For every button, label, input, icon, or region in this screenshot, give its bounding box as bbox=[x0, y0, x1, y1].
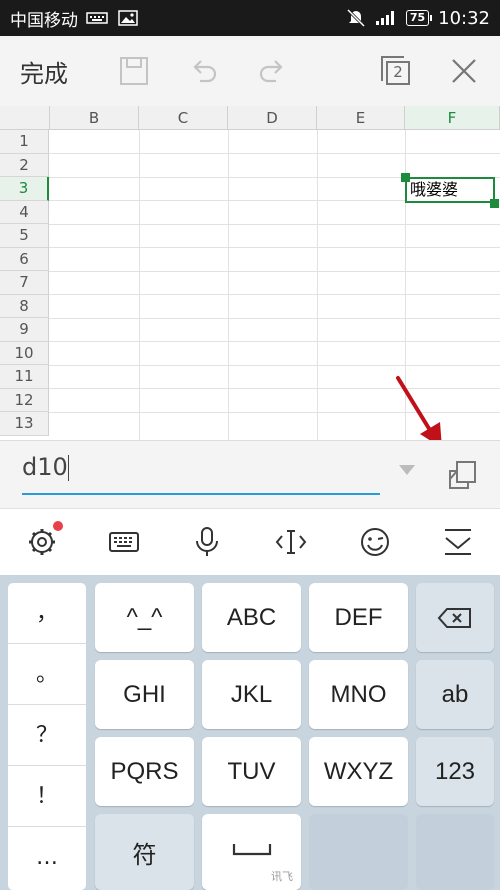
column-header[interactable]: E bbox=[317, 106, 405, 130]
cell-content-input[interactable]: d10 bbox=[22, 453, 380, 485]
redo-icon[interactable] bbox=[254, 53, 290, 89]
cell-input-value: d10 bbox=[22, 453, 68, 481]
row-header[interactable]: 4 bbox=[0, 200, 49, 224]
blank-key[interactable] bbox=[309, 814, 408, 890]
row-header[interactable]: 13 bbox=[0, 412, 49, 436]
number-mode-key[interactable]: 123 bbox=[416, 737, 494, 806]
grid-line bbox=[49, 153, 500, 154]
settings-gear-icon[interactable] bbox=[25, 525, 59, 559]
grid-line bbox=[49, 411, 500, 413]
undo-icon[interactable] bbox=[186, 53, 222, 89]
row-header[interactable]: 12 bbox=[0, 388, 49, 412]
notification-dot bbox=[53, 521, 63, 531]
status-bar: 中国移动 75 10:32 bbox=[0, 0, 500, 36]
row-header[interactable]: 2 bbox=[0, 153, 49, 177]
blank-key[interactable] bbox=[416, 814, 494, 890]
grid-line bbox=[49, 388, 500, 389]
image-status-icon bbox=[118, 10, 138, 26]
space-icon bbox=[232, 844, 271, 856]
key-5-jkl[interactable]: JKL bbox=[202, 660, 301, 729]
close-icon[interactable] bbox=[446, 53, 482, 89]
key-6-mno[interactable]: MNO bbox=[309, 660, 408, 729]
grid-line bbox=[49, 247, 500, 248]
hide-keyboard-icon[interactable] bbox=[441, 525, 475, 559]
grid-line bbox=[49, 317, 500, 319]
grid-line bbox=[49, 341, 500, 342]
key-2-abc[interactable]: ABC bbox=[202, 583, 301, 652]
cell-input-bar: d10 bbox=[0, 440, 500, 508]
punct-ellipsis-key[interactable]: … bbox=[8, 827, 86, 888]
keyboard-status-icon bbox=[86, 12, 108, 24]
battery-icon: 75 bbox=[405, 10, 433, 26]
sheet-count: 2 bbox=[393, 63, 403, 81]
keyboard-switch-icon[interactable] bbox=[107, 525, 141, 559]
key-3-def[interactable]: DEF bbox=[309, 583, 408, 652]
save-icon[interactable] bbox=[116, 53, 152, 89]
punct-comma-key[interactable]: ， bbox=[8, 583, 86, 644]
grid-line bbox=[317, 130, 318, 440]
grid-line bbox=[49, 223, 500, 225]
microphone-icon[interactable] bbox=[190, 525, 224, 559]
punctuation-column[interactable]: ， 。 ？ ！ … bbox=[8, 583, 86, 890]
active-cell-f3[interactable]: 哦婆婆 bbox=[405, 177, 495, 203]
mute-icon bbox=[346, 9, 365, 27]
input-underline bbox=[22, 493, 380, 495]
row-header-active[interactable]: 3 bbox=[0, 177, 49, 201]
ime-brand-label: 讯飞 bbox=[271, 871, 293, 883]
row-header[interactable]: 5 bbox=[0, 224, 49, 248]
punct-question-key[interactable]: ？ bbox=[8, 705, 86, 766]
column-header[interactable]: D bbox=[228, 106, 317, 130]
grid-line bbox=[228, 130, 229, 440]
grid-line bbox=[49, 364, 500, 366]
grid-line bbox=[49, 294, 500, 295]
row-header[interactable]: 8 bbox=[0, 294, 49, 318]
ime-toolbar bbox=[0, 508, 500, 575]
space-key[interactable]: 讯飞 bbox=[202, 814, 301, 890]
backspace-key[interactable] bbox=[416, 583, 494, 652]
corner-header bbox=[0, 106, 50, 130]
editor-toolbar: 完成 2 bbox=[0, 36, 500, 106]
selection-handle-top[interactable] bbox=[401, 173, 410, 182]
row-header[interactable]: 7 bbox=[0, 271, 49, 295]
clock: 10:32 bbox=[438, 7, 490, 29]
expand-editor-icon[interactable] bbox=[444, 457, 480, 493]
row-header[interactable]: 11 bbox=[0, 365, 49, 389]
row-header[interactable]: 9 bbox=[0, 318, 49, 342]
selection-handle-bottom[interactable] bbox=[490, 199, 499, 208]
sheet-switch-button[interactable]: 2 bbox=[378, 53, 414, 89]
key-8-tuv[interactable]: TUV bbox=[202, 737, 301, 806]
dropdown-triangle-icon[interactable] bbox=[398, 463, 416, 477]
text-cursor bbox=[67, 455, 69, 481]
backspace-icon bbox=[437, 607, 471, 628]
column-header[interactable]: B bbox=[50, 106, 139, 130]
key-1-emoticon[interactable]: ^_^ bbox=[95, 583, 194, 652]
latin-mode-key[interactable]: ab bbox=[416, 660, 494, 729]
key-4-ghi[interactable]: GHI bbox=[95, 660, 194, 729]
column-header[interactable]: C bbox=[139, 106, 228, 130]
punct-period-key[interactable]: 。 bbox=[8, 644, 86, 705]
signal-icon bbox=[375, 11, 394, 25]
spreadsheet-grid[interactable]: B C D E F 1 2 3 4 5 6 7 8 9 10 11 12 13 … bbox=[0, 106, 500, 440]
grid-line bbox=[49, 270, 500, 272]
emoji-icon[interactable] bbox=[358, 525, 392, 559]
column-header-active[interactable]: F bbox=[405, 106, 500, 130]
key-9-wxyz[interactable]: WXYZ bbox=[309, 737, 408, 806]
key-7-pqrs[interactable]: PQRS bbox=[95, 737, 194, 806]
row-header[interactable]: 10 bbox=[0, 341, 49, 365]
done-button[interactable]: 完成 bbox=[20, 54, 68, 89]
cursor-move-icon[interactable] bbox=[274, 525, 308, 559]
punct-exclaim-key[interactable]: ！ bbox=[8, 766, 86, 827]
t9-keyboard: ， 。 ？ ！ … ^_^ ABC DEF GHI JKL MNO ab PQR… bbox=[0, 575, 500, 890]
row-header[interactable]: 1 bbox=[0, 130, 49, 154]
symbol-key[interactable]: 符 bbox=[95, 814, 194, 890]
carrier-name: 中国移动 bbox=[10, 10, 78, 31]
grid-line bbox=[139, 130, 140, 440]
row-header[interactable]: 6 bbox=[0, 247, 49, 271]
